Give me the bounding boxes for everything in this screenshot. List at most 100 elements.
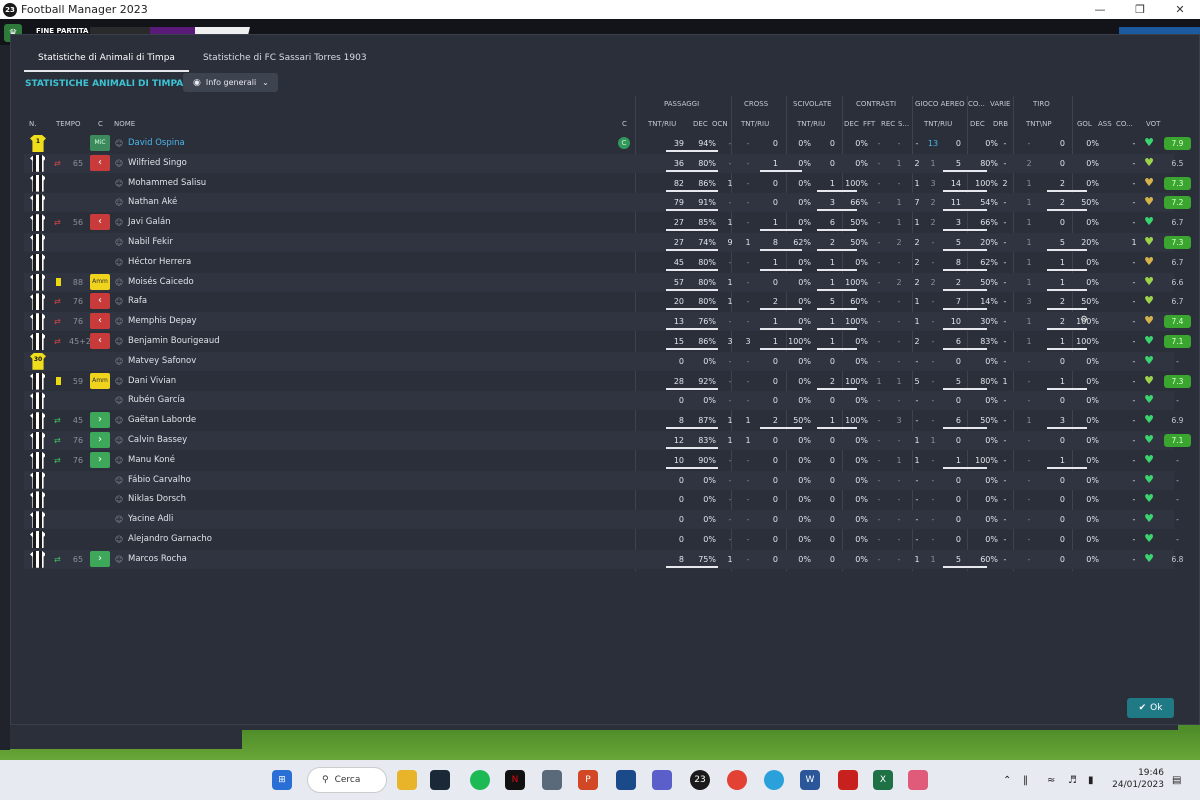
- battery-icon[interactable]: ▮: [1088, 775, 1094, 786]
- player-name[interactable]: Niklas Dorsch: [128, 490, 428, 509]
- player-name[interactable]: Yacine Adli: [128, 510, 428, 529]
- tab-away-stats[interactable]: Statistiche di FC Sassari Torres 1903: [189, 50, 381, 72]
- football-manager-taskbar-icon[interactable]: 23: [690, 770, 710, 790]
- table-row[interactable]: ☺ Nathan Aké 79 91% - -0 0% 3 66% -1 7 2 11 54% -1 2 50%…: [24, 193, 1191, 213]
- tab-home-stats[interactable]: Statistiche di Animali di Timpa: [24, 50, 189, 72]
- player-name[interactable]: Fábio Carvalho: [128, 471, 428, 490]
- player-name[interactable]: Calvin Bassey: [128, 431, 428, 450]
- player-name[interactable]: Benjamin Bourigeaud: [128, 332, 428, 351]
- player-name[interactable]: Gaëtan Laborde: [128, 411, 428, 430]
- teams-icon[interactable]: [652, 770, 672, 790]
- stat-co-dec: -: [1003, 218, 1007, 228]
- player-name[interactable]: Rubén García: [128, 391, 428, 410]
- table-row[interactable]: ⇄ 65 ‹ ☺ Wilfried Singo 36 80% - -1 0% 0 0% -1 2 1 5 80%…: [24, 153, 1183, 173]
- col-header-con-s[interactable]: S...: [898, 120, 909, 128]
- col-header-con-rec[interactable]: REC: [881, 120, 895, 128]
- col-header-drb[interactable]: DRB: [993, 120, 1008, 128]
- snipping-tool-icon[interactable]: [908, 770, 928, 790]
- excel-icon[interactable]: X: [873, 770, 893, 790]
- col-header-aereo-tnt[interactable]: TNT/RIU: [924, 120, 952, 128]
- maximize-button[interactable]: ❐: [1120, 0, 1160, 19]
- col-header-nome[interactable]: NOME: [114, 120, 135, 128]
- player-name[interactable]: Rafa: [128, 292, 428, 311]
- col-header-ass[interactable]: ASS: [1098, 120, 1112, 128]
- wifi-icon[interactable]: ≈: [1047, 775, 1055, 786]
- table-row[interactable]: ☺ Niklas Dorsch 0 0% - -0 0% 0 0% - - - -0 0% - -0 0% - ♥ -: [24, 490, 1179, 509]
- table-row[interactable]: ☺ Héctor Herrera 45 80% - -1 0% 1 0% - -2-8 62% -1 1 0…: [24, 253, 1183, 272]
- player-name[interactable]: Memphis Depay: [128, 312, 428, 331]
- tray-chevron-icon[interactable]: ⌃: [1003, 775, 1011, 786]
- table-row[interactable]: ⇄ 45+2 ‹ ☺ Benjamin Bourigeaud 15 86% 3 3 1 100% 1 0…: [24, 332, 1191, 351]
- prime-video-icon[interactable]: [616, 770, 636, 790]
- table-row[interactable]: ⇄ 76 ‹ ☺ Memphis Depay 13 76% - -1 0% 1 100% - -1-10 3…: [24, 312, 1191, 332]
- col-header-pass-dec[interactable]: DEC: [693, 120, 708, 128]
- table-row[interactable]: ⇄ 56 ‹ ☺ Javi Galán 27 85% 1-1 0% 6 50% -1 1 2 3 66% -1 0…: [24, 213, 1183, 232]
- player-name[interactable]: Dani Vivian: [128, 372, 428, 391]
- table-row[interactable]: ☺ Alejandro Garnacho 0 0% - -0 0% 0 0% - - - -0 0% - -0…: [24, 530, 1179, 549]
- table-row[interactable]: ⇄ 65 › ☺ Marcos Rocha 8 75% 1-0 0% 0 0% - -1 1 5 60% - -0…: [24, 549, 1183, 569]
- col-header-co-dec[interactable]: DEC: [970, 120, 985, 128]
- col-header-tiro-tnt[interactable]: TNT\NP: [1026, 120, 1052, 128]
- player-name[interactable]: Marcos Rocha: [128, 550, 428, 569]
- col-header-sciv-tnt[interactable]: TNT/RIU: [797, 120, 825, 128]
- table-row[interactable]: 88 Amm ☺ Moisés Caicedo 57 80% 1-0 0% 1 100% -2 2 2 2…: [24, 272, 1183, 292]
- player-name[interactable]: Mohammed Salisu: [128, 174, 428, 193]
- calculator-icon[interactable]: [542, 770, 562, 790]
- table-row[interactable]: ⇄ 76 ‹ ☺ Rafa 20 80% 1-2 0% 5 60% - -1-7 14% -3 2 50% - ♥ 6…: [24, 292, 1183, 311]
- player-name[interactable]: Alejandro Garnacho: [128, 530, 428, 549]
- tray-app-icon[interactable]: ‖: [1023, 775, 1028, 786]
- minimize-button[interactable]: —: [1080, 0, 1120, 19]
- col-header-vot[interactable]: VOT: [1146, 120, 1160, 128]
- file-explorer-icon[interactable]: [397, 770, 417, 790]
- table-row[interactable]: 1 MiC ☺ David Ospina C 39 94% - -0 0% 0 0% - - -13 0 0% -…: [24, 134, 1191, 153]
- player-name[interactable]: Manu Koné: [128, 451, 428, 470]
- table-row[interactable]: ⇄ 76 › ☺ Manu Koné 10 90% - -0 0% 0 0% -1 1-1 100% - -1 0…: [24, 451, 1179, 470]
- netflix-icon[interactable]: N: [505, 770, 525, 790]
- table-row[interactable]: 59 Amm ☺ Dani Vivian 28 92% - -0 0% 2 100% 1 1 5-5 80%…: [24, 372, 1191, 391]
- table-row[interactable]: ☺ Yacine Adli 0 0% - -0 0% 0 0% - - - -0 0% - -0 0% - ♥ -: [24, 510, 1179, 530]
- player-name[interactable]: Nabil Fekir: [128, 233, 428, 252]
- spotify-icon[interactable]: [470, 770, 490, 790]
- table-row[interactable]: ☺ Nabil Fekir 27 74% 9 1 8 62% 2 50% -2 2-5 20% -1 5 20…: [24, 233, 1191, 252]
- col-header-pass-ocn[interactable]: OCN: [712, 120, 728, 128]
- powerpoint-icon[interactable]: P: [578, 770, 598, 790]
- col-header-n[interactable]: N.: [29, 120, 36, 128]
- player-name[interactable]: Matvey Safonov: [128, 352, 428, 371]
- player-name[interactable]: Nathan Aké: [128, 193, 428, 212]
- table-row[interactable]: ⇄ 45 › ☺ Gaëtan Laborde 8 87% 1 1 2 50% 1 100% -3- -6 5…: [24, 411, 1183, 430]
- player-name[interactable]: Héctor Herrera: [128, 253, 428, 272]
- col-header-c[interactable]: C: [98, 120, 103, 128]
- col-header-c2[interactable]: C: [622, 120, 627, 128]
- col-header-cross-tnt[interactable]: TNT/RIU: [741, 120, 769, 128]
- word-icon[interactable]: W: [800, 770, 820, 790]
- col-header-con-dec[interactable]: DEC: [844, 120, 859, 128]
- col-header-tempo[interactable]: TEMPO: [56, 120, 80, 128]
- stat-passes-bar: [666, 268, 718, 271]
- taskbar-search[interactable]: ⚲ Cerca: [307, 767, 387, 793]
- col-header-condition[interactable]: CO...: [1116, 120, 1133, 128]
- notification-icon[interactable]: ▤: [1172, 775, 1181, 786]
- chrome-icon[interactable]: [727, 770, 747, 790]
- windows-start-icon[interactable]: ⊞: [272, 770, 292, 790]
- taskbar-clock[interactable]: 19:46 24/01/2023: [1112, 767, 1164, 791]
- player-name[interactable]: Moisés Caicedo: [128, 273, 428, 292]
- col-header-con-fft[interactable]: FFT: [863, 120, 875, 128]
- volume-icon[interactable]: ♬: [1068, 775, 1077, 786]
- steam-icon[interactable]: [430, 770, 450, 790]
- table-row[interactable]: 30 ☺ Matvey Safonov 0 0% - -0 0% 0 0% - - - -0 0% - -0 0%…: [24, 351, 1179, 371]
- table-row[interactable]: ⇄ 76 › ☺ Calvin Bassey 12 83% 1 1 0 0% 0 0% - -1 1 0 0% - -…: [24, 431, 1191, 450]
- stat-aerial-pct: 0%: [985, 139, 998, 148]
- table-row[interactable]: ☺ Fábio Carvalho 0 0% - -0 0% 0 0% - - - -0 0% - -0 0% - ♥…: [24, 470, 1179, 490]
- col-header-pass-tnt[interactable]: TNT/RIU: [648, 120, 676, 128]
- acrobat-icon[interactable]: [838, 770, 858, 790]
- table-row[interactable]: ☺ Mohammed Salisu 82 86% 1-0 0% 1 100% - -1 3 14 100…: [24, 174, 1191, 193]
- player-name[interactable]: David Ospina: [128, 134, 428, 153]
- close-button[interactable]: ✕: [1160, 0, 1200, 19]
- table-row[interactable]: ☺ Rubén García 0 0% - -0 0% 0 0% - - - -0 0% - -0 0% - ♥ -: [24, 391, 1179, 411]
- ok-button[interactable]: ✔ Ok: [1127, 698, 1174, 718]
- player-name[interactable]: Javi Galán: [128, 213, 428, 232]
- telegram-icon[interactable]: [764, 770, 784, 790]
- col-header-gol[interactable]: GOL: [1077, 120, 1092, 128]
- player-name[interactable]: Wilfried Singo: [128, 154, 428, 173]
- view-dropdown[interactable]: ◉ Info generali ⌄: [183, 73, 278, 92]
